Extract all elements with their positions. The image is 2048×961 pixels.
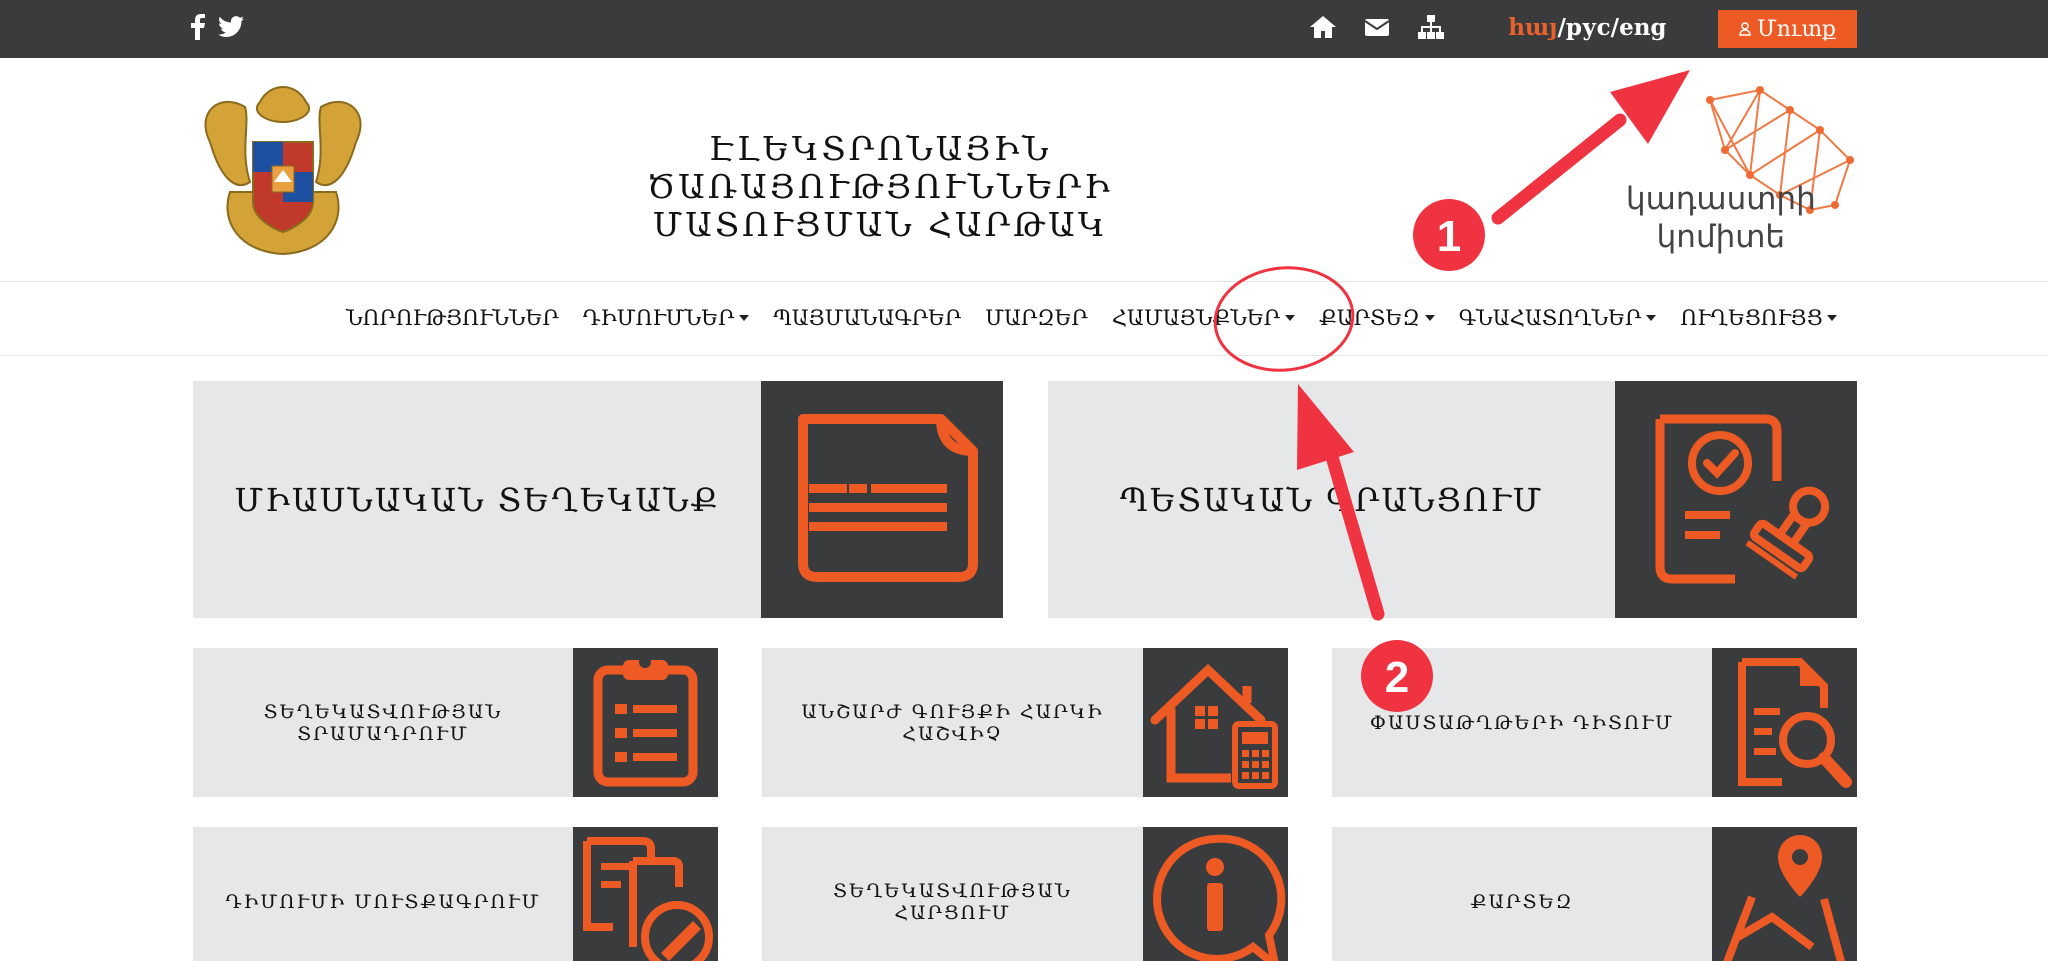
caret-down-icon <box>1827 315 1838 321</box>
social-links <box>190 14 244 40</box>
tile-info-provision[interactable]: ՏԵՂԵԿԱՏՎՈՒԹՅԱՆ ՏՐԱՄԱԴՐՈՒՄ <box>193 648 718 797</box>
site-title: ԷԼԵԿՏՐՈՆԱՅԻՆ ԾԱՌԱՅՈՒԹՅՈՒՆՆԵՐԻ ՄԱՏՈՒՑՄԱՆ … <box>620 130 1140 244</box>
top-icons <box>1308 12 1446 42</box>
clipboard-list-icon <box>573 648 718 797</box>
tile-unified-reference[interactable]: ՄԻԱՍՆԱԿԱՆ ՏԵՂԵԿԱՆՔ <box>193 381 1003 618</box>
caret-down-icon <box>739 315 750 321</box>
main-nav: ՆՈՐՈՒԹՅՈՒՆՆԵՐ ԴԻՄՈՒՄՆԵՐ ՊԱՅՄԱՆԱԳՐԵՐ ՄԱՐԶ… <box>346 306 1838 330</box>
tile-label: ԱՆՇԱՐԺ ԳՈՒՅՔԻ ՀԱՐԿԻ ՀԱՇՎԻՉ <box>801 700 1104 745</box>
tile-property-tax-calculator[interactable]: ԱՆՇԱՐԺ ԳՈՒՅՔԻ ՀԱՐԿԻ ՀԱՇՎԻՉ <box>762 648 1288 797</box>
tile-label: ՓԱՍՏԱԹՂԹԵՐԻ ԴԻՏՈՒՄ <box>1369 711 1675 734</box>
caret-down-icon <box>1646 315 1657 321</box>
coat-of-arms-logo[interactable] <box>190 82 376 258</box>
tile-label: ԴԻՄՈՒՄԻ ՄՈՒՏՔԱԳՐՈՒՄ <box>225 890 541 913</box>
badge-1: 1 <box>1413 199 1485 271</box>
language-switcher[interactable]: հայ/рус/eng <box>1508 14 1667 41</box>
nav-item-appraisers[interactable]: ԳՆԱՀԱՏՈՂՆԵՐ <box>1459 306 1657 330</box>
tile-label: ՏԵՂԵԿԱՏՎՈՒԹՅԱՆ ՀԱՐՑՈՒՄ <box>833 879 1072 924</box>
nav-item-contracts[interactable]: ՊԱՅՄԱՆԱԳՐԵՐ <box>773 306 961 330</box>
mail-icon[interactable] <box>1362 12 1392 42</box>
tile-label: ՏԵՂԵԿԱՏՎՈՒԹՅԱՆ ՏՐԱՄԱԴՐՈՒՄ <box>263 700 503 745</box>
caret-down-icon <box>1285 315 1296 321</box>
certificate-stamp-icon <box>1615 381 1857 618</box>
house-calculator-icon <box>1143 648 1288 797</box>
user-icon <box>1739 22 1751 36</box>
tile-label: ՊԵՏԱԿԱՆ ԳՐԱՆՑՈՒՄ <box>1119 480 1544 519</box>
tile-state-registration[interactable]: ՊԵՏԱԿԱՆ ԳՐԱՆՑՈՒՄ <box>1048 381 1857 618</box>
nav-item-applications[interactable]: ԴԻՄՈՒՄՆԵՐ <box>583 306 750 330</box>
info-chat-icon <box>1143 827 1288 961</box>
nav-item-guide[interactable]: ՈՒՂԵՑՈՒՅՑ <box>1680 306 1838 330</box>
top-bar: հայ/рус/eng Մուտք <box>0 0 2048 58</box>
sitemap-icon[interactable] <box>1416 12 1446 42</box>
nav-item-map[interactable]: ՔԱՐՏԵԶ <box>1319 306 1435 330</box>
partner-line2: կոմիտե <box>1656 219 1786 255</box>
login-label: Մուտք <box>1756 16 1837 42</box>
nav-item-communities[interactable]: ՀԱՄԱՅՆՔՆԵՐ <box>1112 306 1296 330</box>
twitter-icon[interactable] <box>218 16 244 38</box>
nav-item-regions[interactable]: ՄԱՐԶԵՐ <box>985 306 1088 330</box>
login-button[interactable]: Մուտք <box>1718 10 1857 48</box>
tile-info-request[interactable]: ՏԵՂԵԿԱՏՎՈՒԹՅԱՆ ՀԱՐՑՈՒՄ <box>762 827 1288 961</box>
nav-divider-top <box>0 281 2048 282</box>
document-edit-icon <box>573 827 718 961</box>
site-title-line2: ՄԱՏՈՒՑՄԱՆ ՀԱՐԹԱԿ <box>652 205 1108 244</box>
document-icon <box>761 381 1003 618</box>
nav-item-news[interactable]: ՆՈՐՈՒԹՅՈՒՆՆԵՐ <box>346 306 559 330</box>
tile-label: ՔԱՐՏԵԶ <box>1470 890 1574 913</box>
map-pin-icon <box>1712 827 1857 961</box>
lang-others[interactable]: /рус/eng <box>1557 14 1666 41</box>
tile-document-view[interactable]: ՓԱՍՏԱԹՂԹԵՐԻ ԴԻՏՈՒՄ <box>1332 648 1857 797</box>
svg-text:1: 1 <box>1437 212 1461 261</box>
site-title-line1: ԷԼԵԿՏՐՈՆԱՅԻՆ ԾԱՌԱՅՈՒԹՅՈՒՆՆԵՐԻ <box>647 129 1113 206</box>
tile-label: ՄԻԱՍՆԱԿԱՆ ՏԵՂԵԿԱՆՔ <box>234 480 720 519</box>
facebook-icon[interactable] <box>190 14 206 40</box>
partner-name: կադաստրի կոմիտե <box>1626 180 1816 256</box>
tile-application-submission[interactable]: ԴԻՄՈՒՄԻ ՄՈՒՏՔԱԳՐՈՒՄ <box>193 827 718 961</box>
caret-down-icon <box>1424 315 1435 321</box>
lang-hy[interactable]: հայ <box>1508 14 1557 41</box>
home-icon[interactable] <box>1308 12 1338 42</box>
document-search-icon <box>1712 648 1857 797</box>
nav-divider-bottom <box>0 355 2048 356</box>
partner-line1: կադաստրի <box>1626 181 1816 217</box>
tile-map[interactable]: ՔԱՐՏԵԶ <box>1332 827 1857 961</box>
